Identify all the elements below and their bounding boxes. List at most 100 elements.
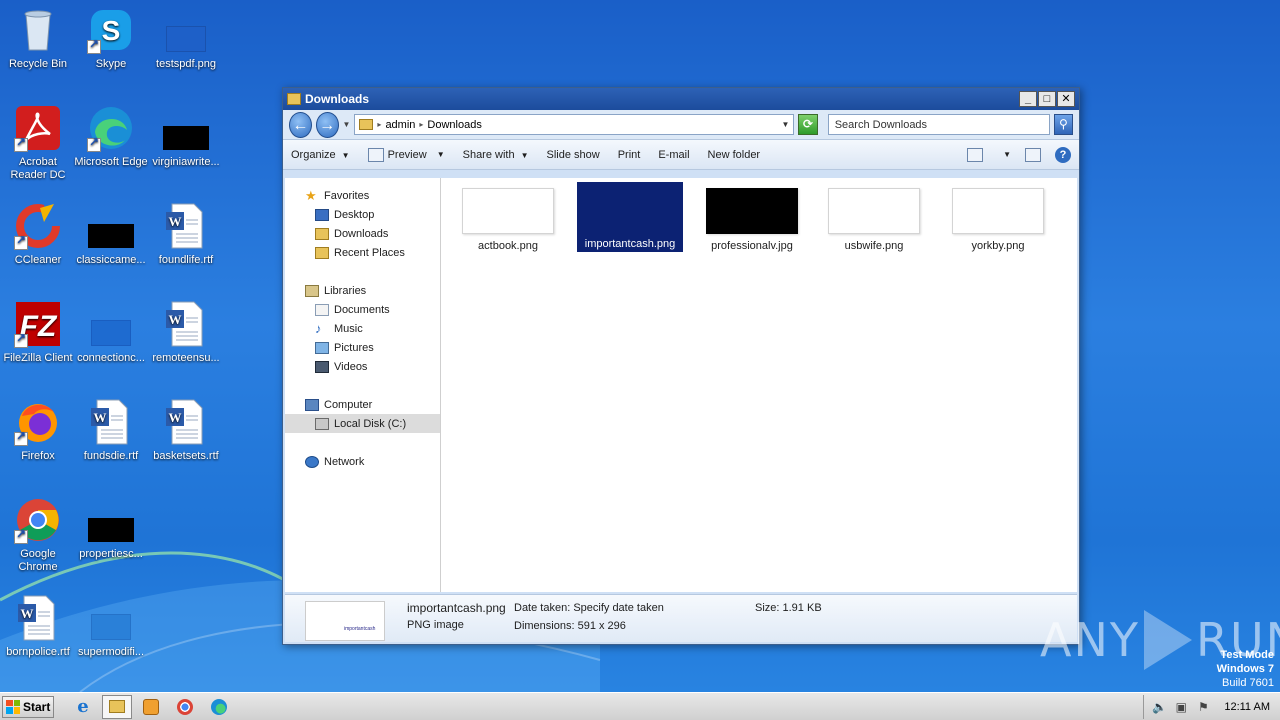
details-dimensions: Dimensions: 591 x 296 bbox=[514, 620, 626, 632]
file-item[interactable]: actbook.png bbox=[455, 184, 561, 252]
nav-music[interactable]: ♪ Music bbox=[285, 319, 440, 338]
desktop-icon-recycle-bin[interactable]: Recycle Bin bbox=[0, 6, 76, 71]
desktop-icon-remoteensu[interactable]: W remoteensu... bbox=[148, 300, 224, 365]
minimize-button[interactable]: _ bbox=[1019, 91, 1037, 107]
nav-downloads[interactable]: Downloads bbox=[285, 224, 440, 243]
close-button[interactable]: ✕ bbox=[1057, 91, 1075, 107]
change-view-button[interactable]: ▼ bbox=[967, 147, 1011, 162]
network-icon bbox=[305, 455, 319, 468]
desktop-icon-firefox[interactable]: Firefox bbox=[0, 398, 76, 463]
desktop-icon-label: foundlife.rtf bbox=[158, 254, 214, 266]
word-document-icon: W bbox=[162, 300, 210, 348]
nav-favorites[interactable]: ★ Favorites bbox=[285, 186, 440, 205]
start-button[interactable]: Start bbox=[2, 695, 54, 718]
share-with-button[interactable]: Share with ▼ bbox=[463, 149, 529, 161]
taskbar-chrome[interactable] bbox=[170, 695, 200, 719]
window-title: Downloads bbox=[305, 92, 370, 106]
details-date-taken[interactable]: Date taken: Specify date taken bbox=[514, 602, 664, 614]
breadcrumb-admin[interactable]: admin bbox=[385, 119, 415, 131]
file-thumbnail bbox=[952, 188, 1044, 234]
address-dropdown-icon[interactable]: ▼ bbox=[782, 120, 790, 129]
file-item[interactable]: usbwife.png bbox=[821, 184, 927, 252]
search-input[interactable]: Search Downloads bbox=[827, 114, 1050, 135]
action-center-flag-icon[interactable]: ⚑ bbox=[1196, 700, 1210, 714]
breadcrumb-separator-icon[interactable]: ▸ bbox=[377, 120, 381, 129]
desktop-icon-supermodifi[interactable]: supermodifi... bbox=[73, 594, 149, 659]
command-bar: Organize ▼ Preview ▼ Share with ▼ Slide sho… bbox=[283, 140, 1079, 170]
desktop-icon-label: connectionc... bbox=[77, 352, 145, 364]
breadcrumb-downloads[interactable]: Downloads bbox=[427, 119, 481, 131]
network-status-icon[interactable]: ▣ bbox=[1174, 700, 1188, 714]
desktop-icon-filezilla[interactable]: FZ FileZilla Client bbox=[0, 300, 76, 365]
nav-local-disk[interactable]: Local Disk (C:) bbox=[285, 414, 440, 433]
nav-libraries[interactable]: Libraries bbox=[285, 281, 440, 300]
desktop-icon-label: bornpolice.rtf bbox=[6, 646, 70, 658]
desktop-icon-acrobat[interactable]: Acrobat Reader DC bbox=[0, 104, 76, 182]
recent-pages-dropdown[interactable]: ▼ bbox=[343, 120, 351, 129]
desktop-icon-label: Acrobat Reader DC bbox=[10, 156, 66, 181]
email-button[interactable]: E-mail bbox=[658, 149, 689, 161]
organize-button[interactable]: Organize ▼ bbox=[291, 149, 350, 161]
search-icon[interactable]: ⚲ bbox=[1053, 114, 1074, 135]
desktop-icon-basketsets[interactable]: W basketsets.rtf bbox=[148, 398, 224, 463]
desktop-icon-ccleaner[interactable]: CCleaner bbox=[0, 202, 76, 267]
nav-pictures[interactable]: Pictures bbox=[285, 338, 440, 357]
forward-button[interactable]: → bbox=[315, 111, 339, 138]
nav-recent-places[interactable]: Recent Places bbox=[285, 243, 440, 262]
taskbar-media-player[interactable] bbox=[136, 695, 166, 719]
file-item[interactable]: importantcash.png bbox=[577, 182, 683, 252]
nav-videos[interactable]: Videos bbox=[285, 357, 440, 376]
desktop-icon-connectionc[interactable]: connectionc... bbox=[73, 300, 149, 365]
desktop-icon-fundsdie[interactable]: W fundsdie.rtf bbox=[73, 398, 149, 463]
desktop-icon-edge[interactable]: Microsoft Edge bbox=[73, 104, 149, 169]
shortcut-arrow-icon bbox=[14, 332, 28, 348]
clock[interactable]: 12:11 AM bbox=[1224, 701, 1270, 713]
nav-documents[interactable]: Documents bbox=[285, 300, 440, 319]
folder-icon bbox=[359, 119, 374, 130]
volume-icon[interactable]: 🔈 bbox=[1152, 700, 1167, 714]
desktop-icon-label: propertiesc... bbox=[79, 548, 143, 560]
breadcrumb-separator-icon[interactable]: ▸ bbox=[419, 120, 423, 129]
nav-desktop[interactable]: Desktop bbox=[285, 205, 440, 224]
help-icon[interactable]: ? bbox=[1055, 146, 1071, 163]
desktop-icon-classiccame[interactable]: classiccame... bbox=[73, 202, 149, 267]
back-button[interactable]: ← bbox=[289, 111, 312, 138]
nav-computer[interactable]: Computer bbox=[285, 395, 440, 414]
system-tray: 🔈 ▣ ⚑ 12:11 AM bbox=[1143, 694, 1280, 719]
desktop-icon-virginiawrite[interactable]: virginiawrite... bbox=[148, 104, 224, 169]
firefox-icon bbox=[14, 398, 62, 446]
refresh-button[interactable]: ⟳ bbox=[798, 114, 818, 135]
slide-show-button[interactable]: Slide show bbox=[547, 149, 600, 161]
nav-network[interactable]: Network bbox=[285, 452, 440, 471]
print-button[interactable]: Print bbox=[618, 149, 641, 161]
desktop-icon-testspdf[interactable]: testspdf.png bbox=[148, 6, 224, 71]
details-thumbnail: importantcash bbox=[305, 601, 385, 641]
desktop-icon-label: basketsets.rtf bbox=[153, 450, 219, 462]
taskbar-edge[interactable] bbox=[204, 695, 234, 719]
desktop-icon-propertiesc[interactable]: propertiesc... bbox=[73, 496, 149, 561]
taskbar-explorer[interactable] bbox=[102, 694, 132, 719]
preview-pane-icon[interactable] bbox=[1025, 147, 1041, 162]
address-bar-row: ← → ▼ ▸ admin ▸ Downloads ▼ ⟳ Search Dow… bbox=[283, 110, 1079, 140]
view-dropdown-icon[interactable]: ▼ bbox=[1003, 150, 1011, 159]
taskbar-ie[interactable]: e bbox=[68, 695, 98, 719]
play-logo-icon bbox=[1143, 610, 1192, 670]
address-field[interactable]: ▸ admin ▸ Downloads ▼ bbox=[354, 114, 795, 135]
preview-button[interactable]: Preview ▼ bbox=[367, 147, 445, 162]
recent-places-icon bbox=[315, 246, 329, 259]
image-file-icon bbox=[87, 594, 135, 642]
desktop-icon-skype[interactable]: S Skype bbox=[73, 6, 149, 71]
file-item[interactable]: professionalv.jpg bbox=[699, 184, 805, 252]
maximize-button[interactable]: □ bbox=[1038, 91, 1056, 107]
computer-icon bbox=[305, 398, 319, 411]
desktop-icon-label: classiccame... bbox=[76, 254, 146, 266]
file-item[interactable]: yorkby.png bbox=[945, 184, 1051, 252]
file-thumbnail bbox=[828, 188, 920, 234]
desktop-icon-bornpolice[interactable]: W bornpolice.rtf bbox=[0, 594, 76, 659]
desktop-icon-label: Skype bbox=[95, 58, 127, 70]
title-bar[interactable]: Downloads _ □ ✕ bbox=[283, 88, 1079, 110]
desktop-icon-chrome[interactable]: Google Chrome bbox=[0, 496, 76, 574]
desktop-icon-foundlife[interactable]: W foundlife.rtf bbox=[148, 202, 224, 267]
test-mode-notice: Test Mode Windows 7 Build 7601 bbox=[1216, 649, 1274, 689]
new-folder-button[interactable]: New folder bbox=[708, 149, 761, 161]
